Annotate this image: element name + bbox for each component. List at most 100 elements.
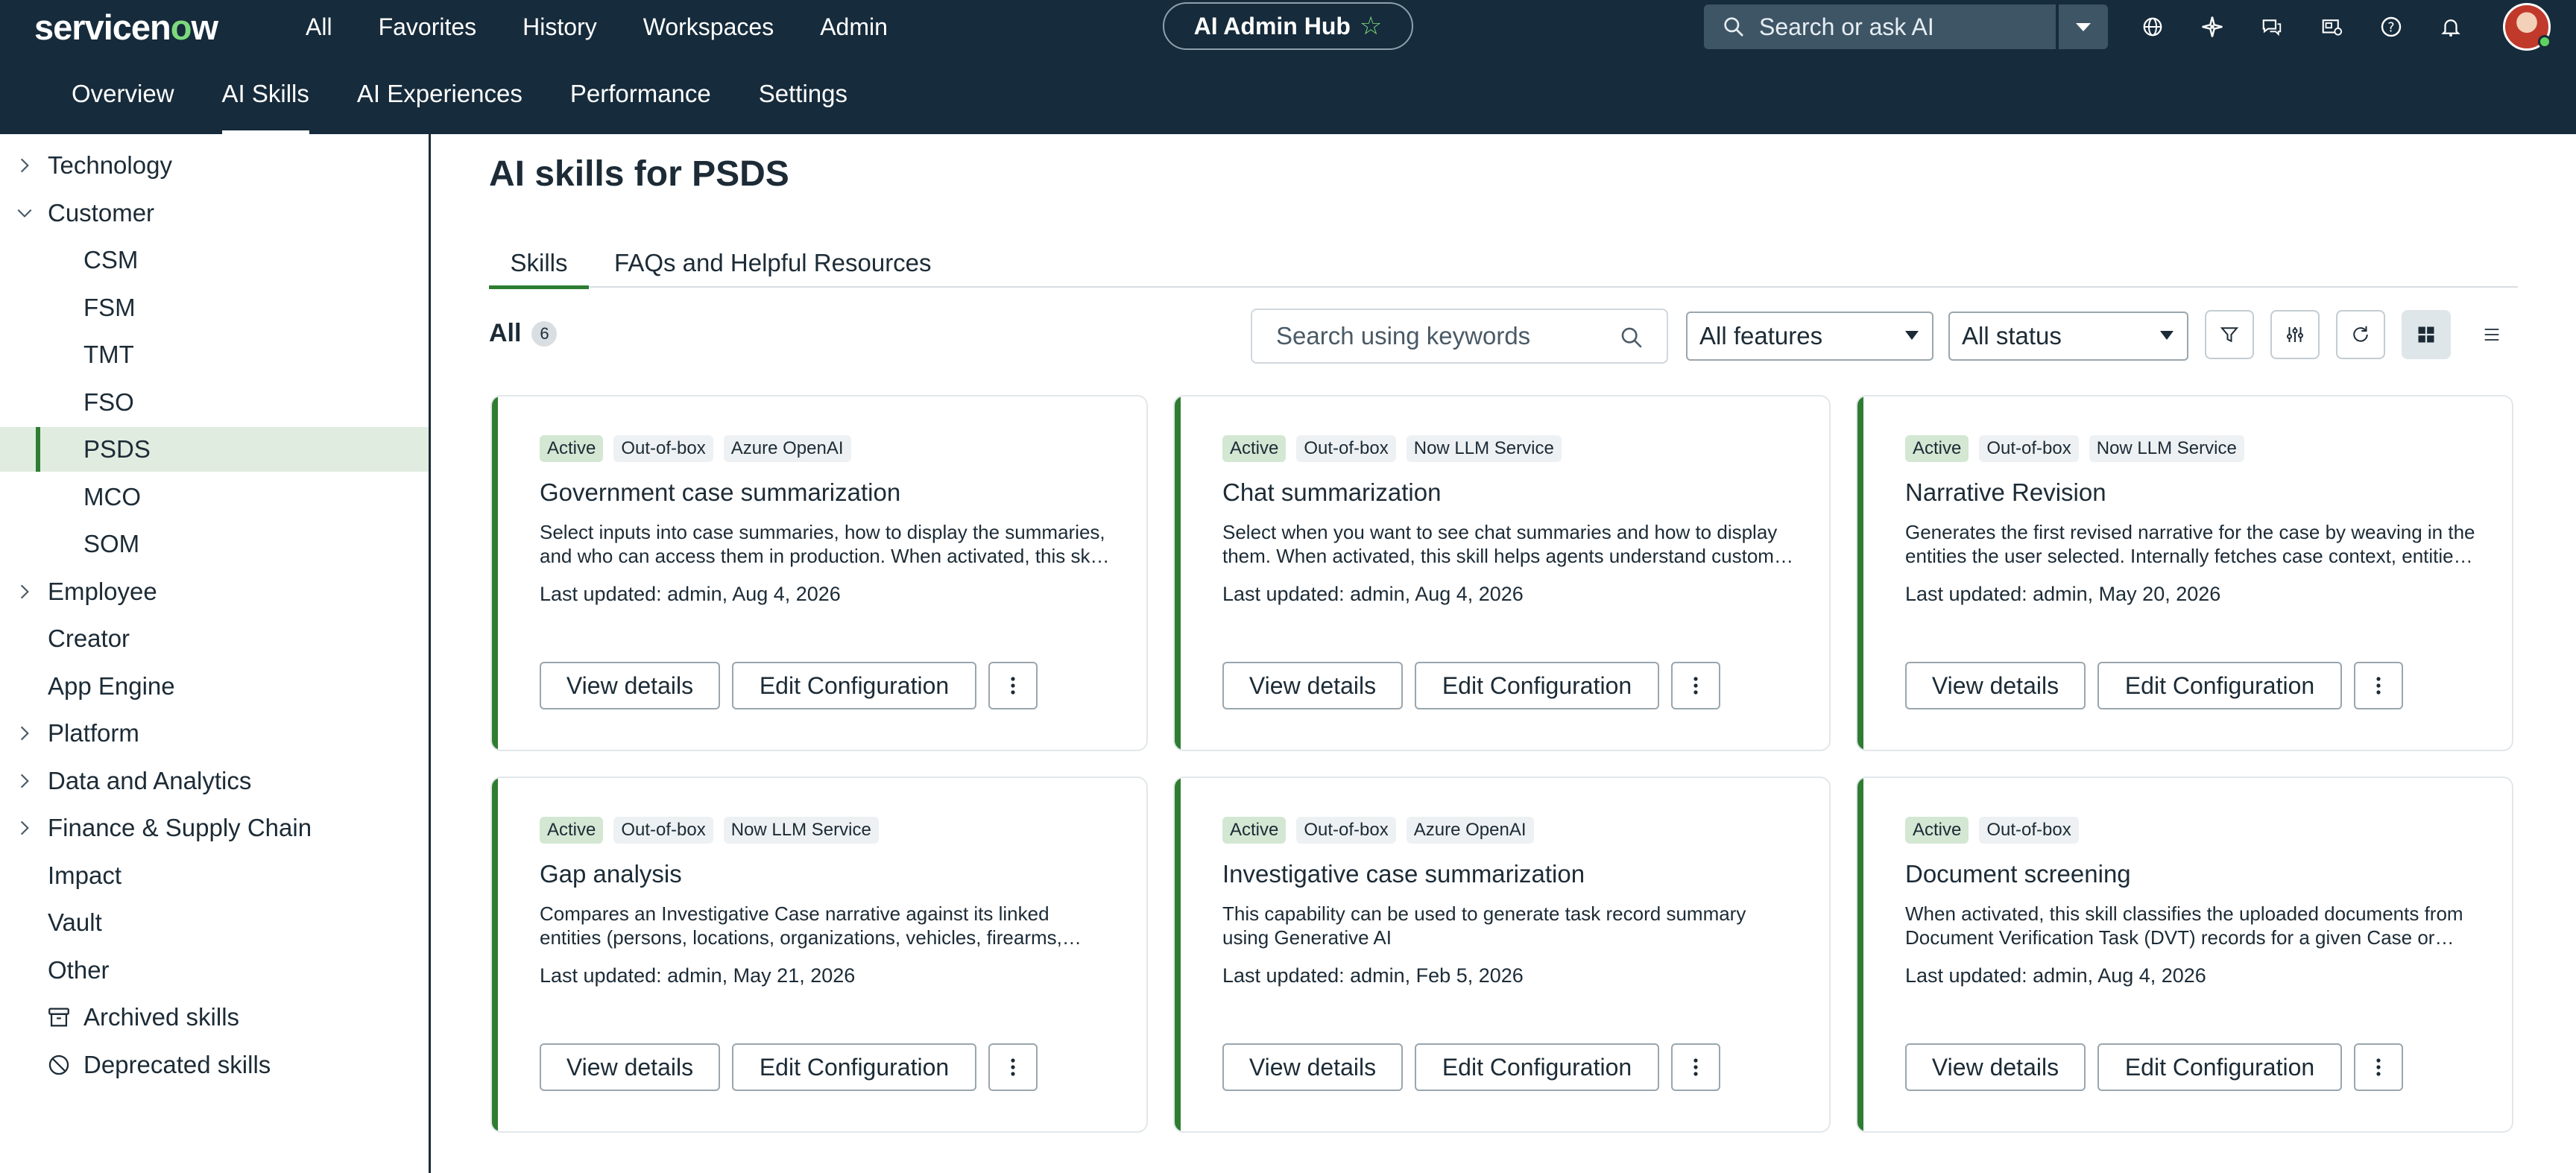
more-options-button[interactable] (988, 662, 1038, 709)
chat-icon[interactable] (2257, 12, 2287, 42)
kebab-icon (1693, 1058, 1698, 1076)
skill-card[interactable]: Active Out-of-box Azure OpenAI Investigativ… (1173, 777, 1831, 1133)
skill-card-description: Compares an Investigative Case narrative… (540, 902, 1062, 949)
caret-down-icon (1905, 331, 1919, 340)
sidebar-item[interactable]: Employee (0, 569, 429, 614)
list-view-button[interactable] (2467, 310, 2516, 359)
sidebar-item-label: Technology (48, 151, 172, 179)
chevron-right-icon[interactable] (15, 771, 34, 791)
kebab-icon (1011, 1058, 1015, 1076)
deprecated-icon (48, 1055, 69, 1075)
sidebar-item[interactable]: Technology (0, 143, 429, 188)
more-options-button[interactable] (2354, 1043, 2403, 1091)
skill-card-title: Investigative case summarization (1222, 860, 1585, 888)
help-icon[interactable]: ? (2376, 12, 2406, 42)
globe-icon[interactable] (2138, 12, 2168, 42)
sidebar-item[interactable]: TMT (0, 332, 429, 377)
tab-overview[interactable]: Overview (48, 54, 198, 134)
top-bar: servicen o w All Favorites History Workspa… (0, 0, 2576, 54)
sidebar-item[interactable]: Deprecated skills (0, 1043, 429, 1087)
sidebar-item[interactable]: Archived skills (0, 995, 429, 1040)
sidebar-item[interactable]: Impact (0, 853, 429, 898)
sidebar-item[interactable]: Data and Analytics (0, 759, 429, 803)
features-select[interactable]: All features (1686, 312, 1933, 361)
sidebar-item[interactable]: MCO (0, 475, 429, 519)
edit-configuration-button[interactable]: Edit Configuration (1415, 1043, 1659, 1091)
content-tabs: Skills FAQs and Helpful Resources (489, 238, 2518, 289)
skill-card[interactable]: Active Out-of-box Document screening When a… (1856, 777, 2513, 1133)
chevron-right-icon[interactable] (15, 724, 34, 743)
all-count-badge: 6 (531, 320, 558, 347)
view-details-button[interactable]: View details (1905, 1043, 2086, 1091)
status-select[interactable]: All status (1948, 312, 2188, 361)
tab-faqs[interactable]: FAQs and Helpful Resources (614, 238, 932, 288)
edit-configuration-button[interactable]: Edit Configuration (732, 662, 976, 709)
filter-button[interactable] (2205, 310, 2254, 359)
sidebar-item[interactable]: PSDS (0, 427, 429, 472)
chevron-down-icon[interactable] (15, 203, 34, 223)
nav-history[interactable]: History (523, 13, 597, 41)
more-options-button[interactable] (2354, 662, 2403, 709)
more-options-button[interactable] (1671, 662, 1720, 709)
settings-sliders-button[interactable] (2270, 310, 2320, 359)
badge-row: Active Out-of-box Azure OpenAI (1222, 817, 1544, 844)
sidebar-item-label: Deprecated skills (83, 1051, 271, 1078)
sidebar-item[interactable]: App Engine (0, 664, 429, 709)
view-details-button[interactable]: View details (540, 662, 720, 709)
sidebar-item[interactable]: Vault (0, 900, 429, 945)
skill-card[interactable]: Active Out-of-box Now LLM Service Narrative… (1856, 395, 2513, 751)
tab-settings[interactable]: Settings (735, 54, 871, 134)
nav-all[interactable]: All (306, 13, 332, 41)
chevron-right-icon[interactable] (15, 156, 34, 175)
search-icon (1724, 17, 1743, 37)
favorite-star-icon[interactable]: ☆ (1360, 11, 1382, 41)
more-options-button[interactable] (1671, 1043, 1720, 1091)
chevron-right-icon[interactable] (15, 582, 34, 601)
view-details-button[interactable]: View details (540, 1043, 720, 1091)
badge-row: Active Out-of-box Now LLM Service (1222, 435, 1572, 462)
grid-view-button[interactable] (2402, 310, 2451, 359)
inbox-icon[interactable] (2317, 12, 2346, 42)
tab-performance[interactable]: Performance (546, 54, 735, 134)
logo-accent: o (170, 7, 192, 47)
caret-down-icon (2160, 331, 2174, 340)
chevron-right-icon[interactable] (15, 818, 34, 838)
tab-skills[interactable]: Skills (489, 238, 589, 289)
status-badge: Active (1222, 817, 1287, 844)
servicenow-logo[interactable]: servicen o w (34, 4, 218, 49)
bell-icon[interactable] (2436, 12, 2466, 42)
nav-admin[interactable]: Admin (820, 13, 888, 41)
search-dropdown-button[interactable] (2057, 4, 2108, 49)
edit-configuration-button[interactable]: Edit Configuration (732, 1043, 976, 1091)
tab-ai-skills[interactable]: AI Skills (198, 54, 333, 134)
sidebar-item[interactable]: Other (0, 948, 429, 993)
refresh-button[interactable] (2336, 310, 2385, 359)
sidebar-item[interactable]: FSO (0, 380, 429, 425)
sidebar-item[interactable]: Creator (0, 616, 429, 661)
skill-card-updated: Last updated: admin, May 21, 2026 (540, 964, 856, 987)
sidebar-item[interactable]: SOM (0, 522, 429, 566)
keyword-search-input[interactable]: Search using keywords (1251, 309, 1668, 364)
view-details-button[interactable]: View details (1905, 662, 2086, 709)
nav-workspaces[interactable]: Workspaces (643, 13, 774, 41)
skill-card[interactable]: Active Out-of-box Now LLM Service Gap analy… (490, 777, 1148, 1133)
view-details-button[interactable]: View details (1222, 662, 1403, 709)
sidebar-item[interactable]: Finance & Supply Chain (0, 806, 429, 850)
more-options-button[interactable] (988, 1043, 1038, 1091)
ai-admin-hub-pill[interactable]: AI Admin Hub ☆ (1163, 2, 1413, 50)
edit-configuration-button[interactable]: Edit Configuration (2097, 1043, 2342, 1091)
skill-card[interactable]: Active Out-of-box Azure OpenAI Government c… (490, 395, 1148, 751)
sidebar-item[interactable]: Platform (0, 711, 429, 756)
nav-favorites[interactable]: Favorites (379, 13, 477, 41)
edit-configuration-button[interactable]: Edit Configuration (1415, 662, 1659, 709)
view-details-button[interactable]: View details (1222, 1043, 1403, 1091)
sidebar-item[interactable]: Customer (0, 191, 429, 235)
global-search-input[interactable]: Search or ask AI (1704, 4, 2056, 49)
tab-ai-experiences[interactable]: AI Experiences (333, 54, 546, 134)
edit-configuration-button[interactable]: Edit Configuration (2097, 662, 2342, 709)
sparkle-icon[interactable] (2197, 12, 2227, 42)
skill-card[interactable]: Active Out-of-box Now LLM Service Chat summ… (1173, 395, 1831, 751)
sidebar-item[interactable]: CSM (0, 238, 429, 282)
user-avatar[interactable] (2503, 3, 2551, 51)
sidebar-item[interactable]: FSM (0, 285, 429, 330)
